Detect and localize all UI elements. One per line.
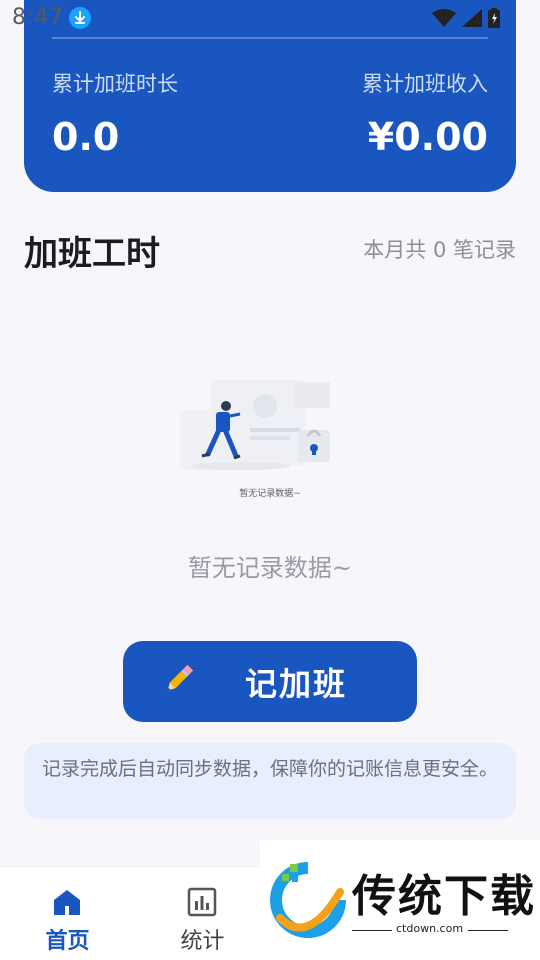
watermark-line-right <box>468 930 508 931</box>
nav-home[interactable]: 首页 <box>0 867 135 960</box>
record-count: 本月共 0 笔记录 <box>363 238 516 262</box>
status-icons <box>432 8 500 28</box>
nav-stats-label: 统计 <box>180 929 225 954</box>
total-hours-value: 0.0 <box>52 115 120 159</box>
watermark-line-left <box>352 930 392 931</box>
empty-illustration-caption: 暂无记录数据~ <box>239 489 301 499</box>
total-income-label: 累计加班收入 <box>362 72 488 96</box>
record-overtime-button[interactable]: 记加班 <box>123 641 417 722</box>
pencil-icon <box>161 661 197 697</box>
wifi-icon <box>432 9 456 27</box>
battery-icon <box>488 8 500 28</box>
watermark-url: ctdown.com <box>396 922 464 935</box>
home-icon <box>52 887 82 917</box>
total-hours-label: 累计加班时长 <box>52 72 178 96</box>
download-icon <box>69 7 91 29</box>
watermark-brand: 传统下载 <box>352 871 536 922</box>
status-time: 8:47 <box>12 5 64 30</box>
sync-info-text: 记录完成后自动同步数据，保障你的记账信息更安全。 <box>42 758 499 780</box>
nav-home-label: 首页 <box>45 929 90 954</box>
watermark: 传统下载 ctdown.com <box>260 840 540 960</box>
nav-stats[interactable]: 统计 <box>135 867 270 960</box>
empty-message: 暂无记录数据~ <box>187 554 353 582</box>
sync-info-note: 记录完成后自动同步数据，保障你的记账信息更安全。 <box>24 743 516 819</box>
header-divider <box>52 37 488 39</box>
total-income-value: ¥0.00 <box>367 115 488 159</box>
record-overtime-label: 记加班 <box>244 664 347 703</box>
chart-icon <box>187 887 217 917</box>
status-bar: 8:47 <box>0 0 540 36</box>
section-title: 加班工时 <box>24 234 160 274</box>
empty-illustration <box>170 370 340 505</box>
watermark-logo-icon <box>268 862 348 938</box>
signal-icon <box>462 9 482 27</box>
